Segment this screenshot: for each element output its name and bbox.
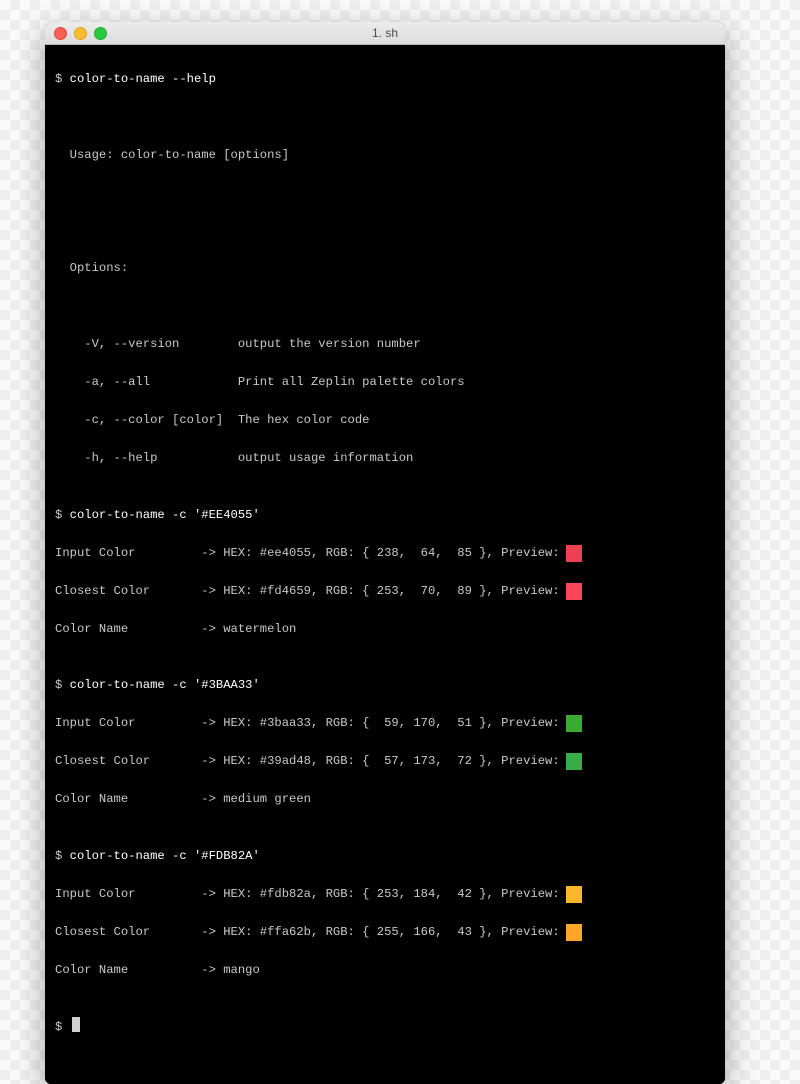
color-name-line: Color Name -> watermelon [55, 620, 296, 639]
color-swatch-icon [566, 545, 582, 562]
closest-color-line: Closest Color -> HEX: #39ad48, RGB: { 57… [55, 752, 560, 771]
closest-color-line: Closest Color -> HEX: #ffa62b, RGB: { 25… [55, 923, 560, 942]
options-header: Options: [55, 259, 128, 278]
option-help: -h, --help output usage information [55, 449, 413, 468]
input-color-line: Input Color -> HEX: #3baa33, RGB: { 59, … [55, 714, 560, 733]
color-swatch-icon [566, 583, 582, 600]
color-name-line: Color Name -> mango [55, 961, 260, 980]
color-swatch-icon [566, 924, 582, 941]
cursor-icon [72, 1017, 80, 1032]
command-help: color-to-name --help [70, 72, 216, 86]
option-color: -c, --color [color] The hex color code [55, 411, 370, 430]
prompt-symbol: $ [55, 1020, 62, 1034]
zoom-icon[interactable] [94, 27, 107, 40]
color-name-line: Color Name -> medium green [55, 790, 311, 809]
terminal-window: 1. sh $ color-to-name --help Usage: colo… [45, 22, 725, 1084]
terminal-body[interactable]: $ color-to-name --help Usage: color-to-n… [45, 45, 725, 1084]
color-swatch-icon [566, 886, 582, 903]
window-title: 1. sh [45, 26, 725, 40]
input-color-line: Input Color -> HEX: #fdb82a, RGB: { 253,… [55, 885, 560, 904]
window-controls [45, 27, 107, 40]
prompt-symbol: $ [55, 678, 62, 692]
minimize-icon[interactable] [74, 27, 87, 40]
color-swatch-icon [566, 715, 582, 732]
input-color-line: Input Color -> HEX: #ee4055, RGB: { 238,… [55, 544, 560, 563]
command-run-0: color-to-name -c '#EE4055' [70, 508, 260, 522]
prompt-symbol: $ [55, 849, 62, 863]
closest-color-line: Closest Color -> HEX: #fd4659, RGB: { 25… [55, 582, 560, 601]
command-run-2: color-to-name -c '#FDB82A' [70, 849, 260, 863]
option-all: -a, --all Print all Zeplin palette color… [55, 373, 465, 392]
prompt-symbol: $ [55, 72, 62, 86]
titlebar[interactable]: 1. sh [45, 22, 725, 45]
prompt-symbol: $ [55, 508, 62, 522]
command-run-1: color-to-name -c '#3BAA33' [70, 678, 260, 692]
close-icon[interactable] [54, 27, 67, 40]
option-version: -V, --version output the version number [55, 335, 421, 354]
color-swatch-icon [566, 753, 582, 770]
usage-line: Usage: color-to-name [options] [55, 146, 289, 165]
